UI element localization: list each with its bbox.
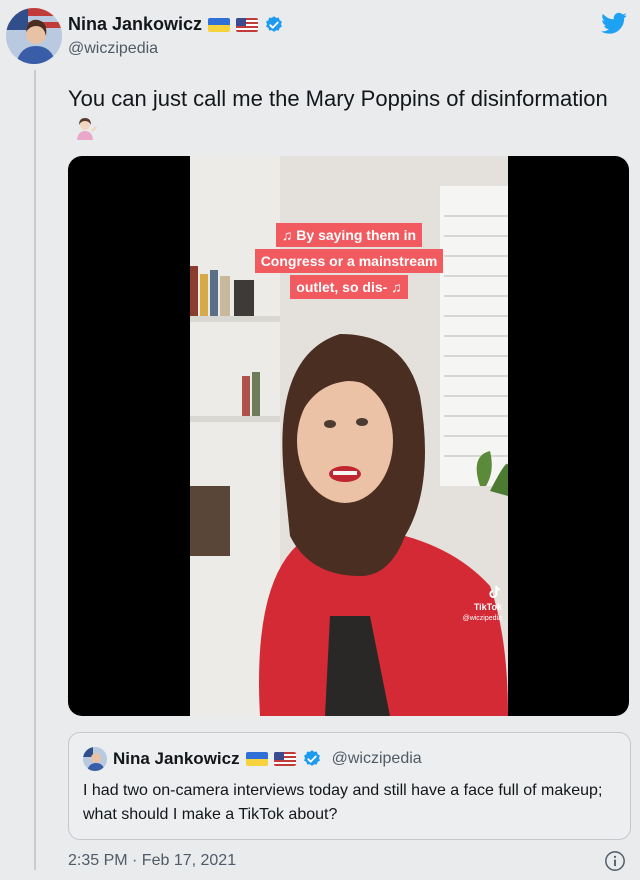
- tweet-body: You can just call me the Mary Poppins of…: [68, 86, 608, 111]
- author-avatar[interactable]: [6, 8, 62, 64]
- author-display-name[interactable]: Nina Jankowicz: [68, 14, 202, 35]
- caption-line-3: outlet, so dis- ♫: [290, 275, 408, 299]
- tweet-timestamp[interactable]: 2:35 PM · Feb 17, 2021: [68, 852, 236, 870]
- video-frame: ♫ By saying them in Congress or a mainst…: [190, 156, 508, 716]
- author-name-row: Nina Jankowicz: [68, 14, 284, 35]
- video-caption: ♫ By saying them in Congress or a mainst…: [190, 222, 508, 300]
- twitter-bird-icon[interactable]: [600, 10, 628, 38]
- tiktok-watermark-handle: @wiczipedia: [462, 615, 502, 622]
- tiktok-watermark: TikTok @wiczipedia: [463, 584, 502, 622]
- us-flag-icon: [273, 752, 296, 766]
- woman-tipping-hand-emoji-icon: [77, 118, 97, 140]
- verified-badge-icon: [303, 750, 320, 766]
- quoted-author-avatar: [83, 747, 107, 771]
- quoted-tweet-header: Nina Jankowicz @wiczipedia: [83, 747, 422, 771]
- avatar-image: [6, 8, 62, 64]
- tiktok-logo-icon: [489, 586, 500, 598]
- quoted-author-handle: @wiczipedia: [331, 750, 422, 767]
- quoted-author-name: Nina Jankowicz: [113, 749, 240, 768]
- tweet-text: You can just call me the Mary Poppins of…: [68, 84, 608, 144]
- caption-line-1: ♫ By saying them in: [275, 223, 423, 247]
- us-flag-icon: [236, 17, 259, 32]
- thread-line: [34, 70, 36, 870]
- quoted-tweet[interactable]: Nina Jankowicz @wiczipedia I had two on-…: [68, 732, 631, 840]
- author-handle[interactable]: @wiczipedia: [68, 40, 158, 58]
- quoted-tweet-text: I had two on-camera interviews today and…: [83, 782, 603, 823]
- verified-badge-icon: [266, 15, 282, 32]
- ukraine-flag-icon: [245, 752, 268, 766]
- info-icon[interactable]: [604, 850, 626, 872]
- caption-line-2: Congress or a mainstream: [254, 249, 444, 273]
- video-player[interactable]: ♫ By saying them in Congress or a mainst…: [68, 156, 629, 716]
- tiktok-watermark-label: TikTok: [473, 602, 502, 612]
- ukraine-flag-icon: [208, 17, 231, 32]
